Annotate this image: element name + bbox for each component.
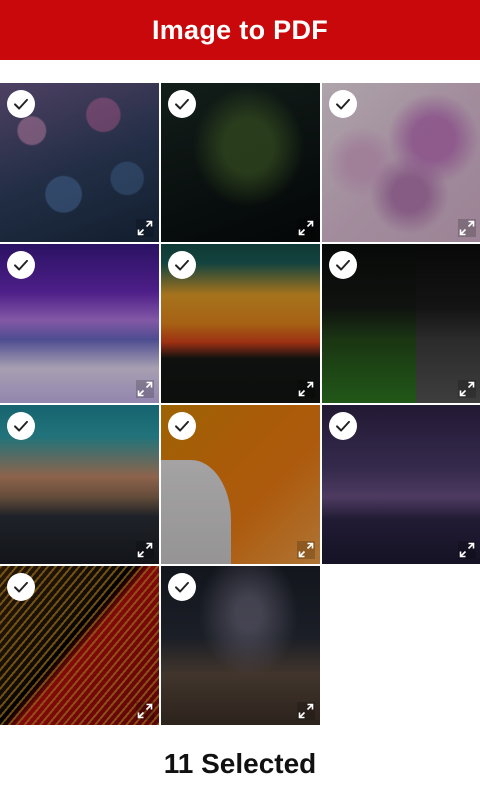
check-circle-icon[interactable] [7,251,35,279]
check-circle-icon[interactable] [329,412,357,440]
selected-count: 11 Selected [163,748,317,779]
expand-icon[interactable] [458,219,476,237]
image-tile[interactable] [161,83,320,242]
expand-icon[interactable] [297,541,315,559]
selection-status: 11 Selected [0,728,480,800]
check-circle-icon[interactable] [7,573,35,601]
image-tile[interactable] [161,244,320,403]
image-tile[interactable] [322,83,480,242]
expand-icon[interactable] [136,219,154,237]
image-tile[interactable] [0,244,159,403]
check-circle-icon[interactable] [168,90,196,118]
expand-icon[interactable] [297,219,315,237]
expand-icon[interactable] [136,380,154,398]
image-grid [0,83,480,725]
image-tile[interactable] [0,566,159,725]
image-tile[interactable] [0,405,159,564]
image-tile[interactable] [0,83,159,242]
check-circle-icon[interactable] [168,412,196,440]
app-header: Image to PDF [0,0,480,60]
app-title: Image to PDF [151,14,329,45]
expand-icon[interactable] [297,380,315,398]
image-tile[interactable] [322,405,480,564]
check-circle-icon[interactable] [7,90,35,118]
image-tile[interactable] [322,244,480,403]
image-tile[interactable] [161,566,320,725]
check-circle-icon[interactable] [329,251,357,279]
check-circle-icon[interactable] [7,412,35,440]
expand-icon[interactable] [458,380,476,398]
image-tile[interactable] [161,405,320,564]
check-circle-icon[interactable] [168,251,196,279]
expand-icon[interactable] [136,541,154,559]
check-circle-icon[interactable] [329,90,357,118]
expand-icon[interactable] [458,541,476,559]
expand-icon[interactable] [136,702,154,720]
check-circle-icon[interactable] [168,573,196,601]
expand-icon[interactable] [297,702,315,720]
